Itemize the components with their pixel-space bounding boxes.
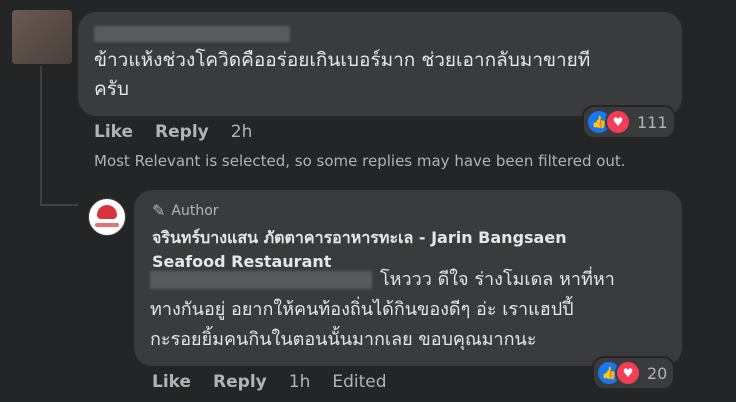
reply-text-line: กะรอยยิ้มคนกินในตอนนั้นมากเลย ขอบคุณมากน… [150, 329, 537, 350]
reaction-count: 111 [637, 112, 668, 132]
edited-label: Edited [332, 372, 387, 392]
thread-branch [40, 204, 78, 206]
commenter-avatar[interactable] [12, 10, 72, 64]
love-icon: ♥ [615, 360, 641, 386]
reply-button[interactable]: Reply [155, 122, 209, 142]
reply-reactions[interactable]: 👍 ♥ 20 [592, 356, 676, 390]
comment-reactions[interactable]: 👍 ♥ 111 [582, 105, 676, 139]
love-icon: ♥ [605, 109, 631, 135]
comment-text-line: ข้าวแห้งช่วงโควิดคืออร่อยเกินเบอร์มาก ช่… [94, 49, 591, 71]
restaurant-logo [97, 205, 117, 219]
comment-timestamp[interactable]: 2h [231, 122, 253, 142]
like-button[interactable]: Like [152, 372, 191, 392]
reply-timestamp[interactable]: 1h [289, 372, 311, 392]
commenter-name-redacted[interactable] [94, 26, 290, 42]
reply-actions: Like Reply 1h Edited [152, 372, 387, 392]
comment-actions: Like Reply 2h [94, 122, 252, 142]
mentioned-name-redacted[interactable] [150, 271, 372, 289]
page-avatar[interactable] [88, 198, 126, 236]
author-badge: ✎ Author [152, 201, 219, 220]
reply-text-line: โหววว ดีใจ ร่างโมเดล หาที่หา [380, 269, 615, 290]
reaction-count: 20 [647, 363, 668, 383]
filter-note: Most Relevant is selected, so some repli… [94, 152, 626, 170]
page-name-line: จรินทร์บางแสน ภัตตาคารอาหารทะเล - Jarin … [152, 228, 567, 247]
pencil-icon: ✎ [152, 201, 166, 220]
author-label: Author [171, 202, 219, 219]
reply-text-line: ทางกันอยู่ อยากให้คนท้องถิ่นได้กินของดีๆ… [150, 299, 574, 320]
restaurant-logo-text [95, 223, 119, 227]
reply-button[interactable]: Reply [213, 372, 267, 392]
thread-line [40, 66, 42, 206]
comment-text-line: ครับ [94, 78, 129, 100]
like-button[interactable]: Like [94, 122, 133, 142]
